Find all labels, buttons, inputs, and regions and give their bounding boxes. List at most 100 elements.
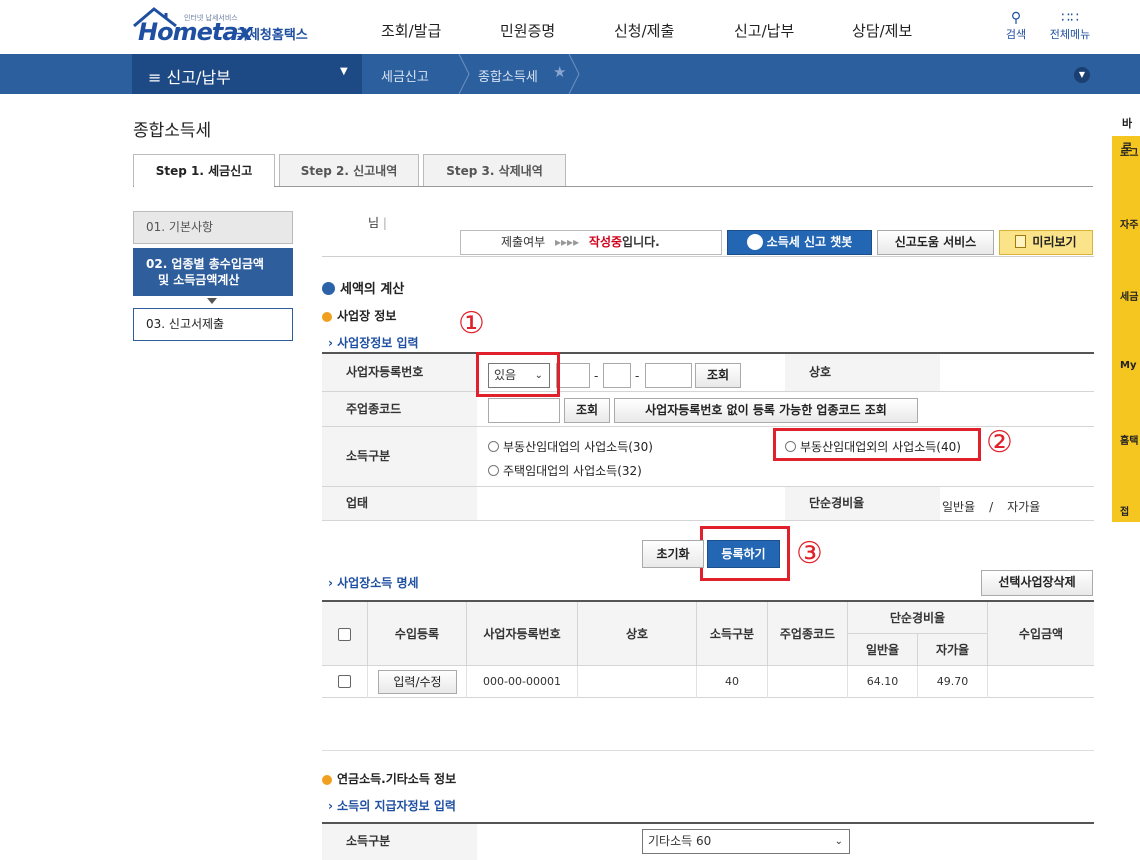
radio-housing-32[interactable]: 주택임대업의 사업소득(32) — [488, 462, 642, 479]
row-general-rate: 64.10 — [848, 666, 918, 698]
hamburger-icon: ≡ — [148, 68, 162, 87]
help-service-button[interactable]: 신고도움 서비스 — [877, 230, 994, 255]
breadcrumb-separator — [568, 54, 580, 94]
step-submit[interactable]: 03. 신고서제출 — [133, 308, 293, 341]
reset-button[interactable]: 초기화 — [642, 540, 704, 568]
delete-selected-button[interactable]: 선택사업장삭제 — [981, 570, 1093, 596]
step2-line1: 02. 업종별 총수입금액 — [146, 257, 264, 271]
menu-title[interactable]: ≡ 신고/납부 — [148, 64, 231, 88]
submit-status: 제출여부 ▸▸▸▸ 작성중입니다. — [460, 230, 722, 255]
search-icon: ⚲ — [1010, 10, 1022, 26]
logo-wordmark: Hometax — [138, 18, 253, 46]
radio-rental-30[interactable]: 부동산임대업의 사업소득(30) — [488, 438, 653, 455]
edit-button[interactable]: 입력/수정 — [378, 670, 457, 694]
section-tax-calc: 세액의 계산 — [322, 278, 404, 297]
nav-consult[interactable]: 상담/제보 — [852, 20, 912, 41]
quick-item-frequent[interactable]: 자주 — [1120, 216, 1138, 231]
document-icon — [1015, 235, 1027, 248]
dash: - — [594, 369, 599, 383]
quick-item-login[interactable]: 로그 — [1120, 144, 1138, 159]
nav-inquiry[interactable]: 조회/발급 — [381, 20, 441, 41]
nav-report-payment[interactable]: 신고/납부 — [734, 20, 794, 41]
search-button[interactable]: ⚲ 검색 — [996, 10, 1036, 42]
quick-item-fold[interactable]: 접 — [1120, 503, 1129, 518]
subsection-income-detail: › 사업장소득 명세 — [328, 576, 419, 590]
favorite-star-icon[interactable]: ★ — [553, 63, 566, 81]
highlight-box-1 — [476, 352, 560, 397]
quick-menu-title: 바로 — [1112, 112, 1140, 154]
chatbot-button[interactable]: 소득세 신고 챗봇 — [727, 230, 872, 255]
biz-reg-part2-input[interactable] — [603, 363, 631, 388]
search-label: 검색 — [1005, 28, 1027, 41]
subsection-payer-input: › 소득의 지급자정보 입력 — [328, 799, 456, 813]
nav-certificate[interactable]: 민원증명 — [500, 20, 555, 41]
row-edit-cell: 입력/수정 — [368, 666, 467, 698]
highlight-box-2 — [773, 428, 981, 461]
row-sangho — [578, 666, 697, 698]
business-income-table: 수입등록 사업자등록번호 상호 소득구분 주업종코드 단순경비율 일반율 자가율… — [322, 600, 1094, 698]
step2-line2: 및 소득금액계산 — [158, 273, 240, 287]
page-title: 종합소득세 — [133, 121, 212, 141]
arrow-circle-icon — [322, 282, 335, 295]
biz-reg-part1-input[interactable] — [556, 363, 590, 388]
chevron-right-icon: › — [328, 799, 333, 813]
register-button[interactable]: 등록하기 — [707, 540, 780, 568]
taxpayer-name: 님 | — [368, 216, 387, 230]
tab-underline — [133, 186, 1093, 187]
dropdown-icon: ⌄ — [834, 836, 843, 847]
divider — [322, 750, 1094, 751]
step-income-calc[interactable]: 02. 업종별 총수입금액 및 소득금액계산 — [133, 248, 293, 296]
tab-step1[interactable]: Step 1. 세금신고 — [133, 154, 275, 187]
form-row: 사업자등록번호 있음 ⌄ - - 조회 상호 — [322, 354, 1094, 392]
pension-form-table: 소득구분 기타소득 60 ⌄ — [322, 822, 1094, 860]
industry-no-reg-button[interactable]: 사업자등록번호 없이 등록 가능한 업종코드 조회 — [614, 398, 918, 423]
quick-item-hometax[interactable]: 홈택 — [1120, 432, 1138, 447]
radio-icon — [488, 441, 499, 452]
bullet-icon — [322, 775, 332, 785]
row-industry-code — [768, 666, 848, 698]
row-checkbox[interactable] — [338, 675, 351, 688]
rate-values: 일반율 / 자가율 — [942, 500, 1041, 514]
breadcrumb-income-tax[interactable]: 종합소득세 — [478, 66, 538, 85]
marker-3: ③ — [796, 536, 823, 571]
tab-step2[interactable]: Step 2. 신고내역 — [279, 154, 419, 187]
caret-down-icon[interactable]: ▼ — [340, 66, 348, 77]
col-income-register: 수입등록 — [368, 602, 467, 666]
col-self-rate: 자가율 — [918, 634, 988, 666]
marker-1: ① — [458, 306, 485, 341]
business-form-table: 사업자등록번호 있음 ⌄ - - 조회 상호 주업종코드 조회 사업자등록번호 없… — [322, 352, 1094, 521]
sangho-label: 상호 — [785, 354, 940, 391]
preview-button[interactable]: 미리보기 — [999, 230, 1093, 255]
marker-2: ② — [986, 425, 1013, 460]
col-income-amount: 수입금액 — [988, 602, 1094, 666]
select-all-checkbox[interactable] — [338, 628, 351, 641]
form-row: 주업종코드 조회 사업자등록번호 없이 등록 가능한 업종코드 조회 — [322, 392, 1094, 427]
radio-icon — [488, 465, 499, 476]
col-simple-rate: 단순경비율 — [848, 602, 988, 634]
all-menu-button[interactable]: ∷∷ 전체메뉴 — [1046, 10, 1094, 42]
chevron-down-icon[interactable]: ▼ — [1074, 67, 1090, 83]
step-basic-info[interactable]: 01. 기본사항 — [133, 211, 293, 244]
subsection-business-input: › 사업장정보 입력 — [328, 336, 419, 350]
header-checkbox-cell — [322, 602, 368, 666]
row-income-type: 40 — [697, 666, 768, 698]
step-arrow-icon — [207, 298, 217, 304]
quick-item-tax[interactable]: 세금 — [1120, 288, 1138, 303]
row-biz-reg-no: 000-00-00001 — [467, 666, 578, 698]
pension-income-type-select[interactable]: 기타소득 60 ⌄ — [642, 829, 850, 854]
row-self-rate: 49.70 — [918, 666, 988, 698]
quick-item-my[interactable]: My — [1120, 360, 1136, 371]
breadcrumb-separator — [458, 54, 470, 94]
industry-query-button[interactable]: 조회 — [564, 398, 610, 423]
biz-reg-part3-input[interactable] — [645, 363, 692, 388]
dash: - — [635, 369, 640, 383]
divider — [322, 256, 1094, 257]
industry-code-input[interactable] — [488, 398, 560, 423]
tab-step3[interactable]: Step 3. 삭제내역 — [423, 154, 566, 187]
biz-reg-query-button[interactable]: 조회 — [695, 363, 741, 388]
col-general-rate: 일반율 — [848, 634, 918, 666]
biz-reg-label: 사업자등록번호 — [322, 354, 477, 391]
col-income-type: 소득구분 — [697, 602, 768, 666]
breadcrumb-tax-report[interactable]: 세금신고 — [381, 66, 429, 85]
nav-application[interactable]: 신청/제출 — [614, 20, 674, 41]
